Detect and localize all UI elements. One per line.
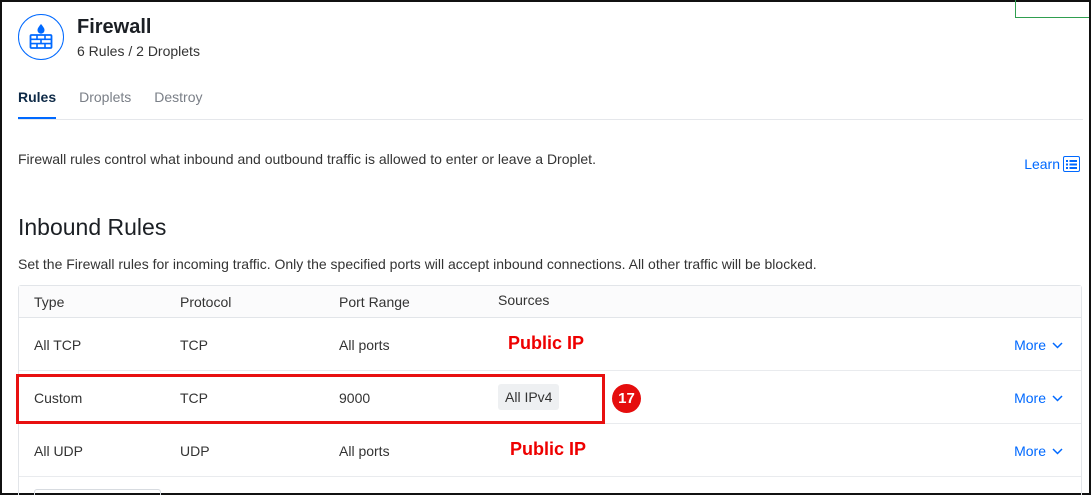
more-label: More [1014, 337, 1046, 353]
firewall-icon [18, 14, 64, 60]
header: Firewall 6 Rules / 2 Droplets [18, 14, 200, 60]
page-title: Firewall [77, 16, 152, 38]
annotation-highlight [16, 374, 605, 424]
column-protocol: Protocol [180, 294, 232, 310]
more-button[interactable]: More [1014, 390, 1063, 406]
rule-type: All UDP [34, 443, 84, 459]
page-subtitle: 6 Rules / 2 Droplets [77, 43, 200, 59]
column-type: Type [34, 294, 65, 310]
rule-port-range: All ports [339, 337, 390, 353]
table-header: Type Protocol Port Range Sources [19, 286, 1081, 318]
rule-type: All TCP [34, 337, 82, 353]
add-rule-button-edge[interactable] [34, 489, 161, 495]
inbound-rules-heading: Inbound Rules [18, 214, 167, 240]
table-row: All UDP UDP All ports Public IP More [19, 424, 1081, 477]
chevron-down-icon [1052, 394, 1063, 402]
book-icon [1063, 156, 1080, 172]
firewall-description: Firewall rules control what inbound and … [18, 151, 596, 167]
column-port-range: Port Range [339, 294, 410, 310]
rule-source: Public IP [510, 439, 587, 459]
more-label: More [1014, 443, 1046, 459]
step-number-badge: 17 [612, 384, 641, 413]
rule-protocol: TCP [180, 337, 208, 353]
more-button[interactable]: More [1014, 337, 1063, 353]
chevron-down-icon [1052, 341, 1063, 349]
learn-link[interactable]: Learn [1024, 156, 1080, 172]
tab-bar: Rules Droplets Destroy [18, 89, 226, 119]
more-button[interactable]: More [1014, 443, 1063, 459]
rule-port-range: All ports [339, 443, 390, 459]
learn-label: Learn [1024, 156, 1060, 172]
more-label: More [1014, 390, 1046, 406]
tab-rules[interactable]: Rules [18, 89, 57, 119]
tab-divider [18, 119, 1083, 120]
rule-source: Public IP [508, 333, 585, 353]
corner-panel [1015, 0, 1089, 18]
rule-protocol: UDP [180, 443, 210, 459]
tab-destroy[interactable]: Destroy [154, 89, 202, 119]
tab-droplets[interactable]: Droplets [79, 89, 131, 119]
chevron-down-icon [1052, 447, 1063, 455]
table-row: All TCP TCP All ports Public IP More [19, 318, 1081, 371]
inbound-rules-description: Set the Firewall rules for incoming traf… [18, 256, 817, 272]
column-sources: Sources [498, 292, 550, 308]
